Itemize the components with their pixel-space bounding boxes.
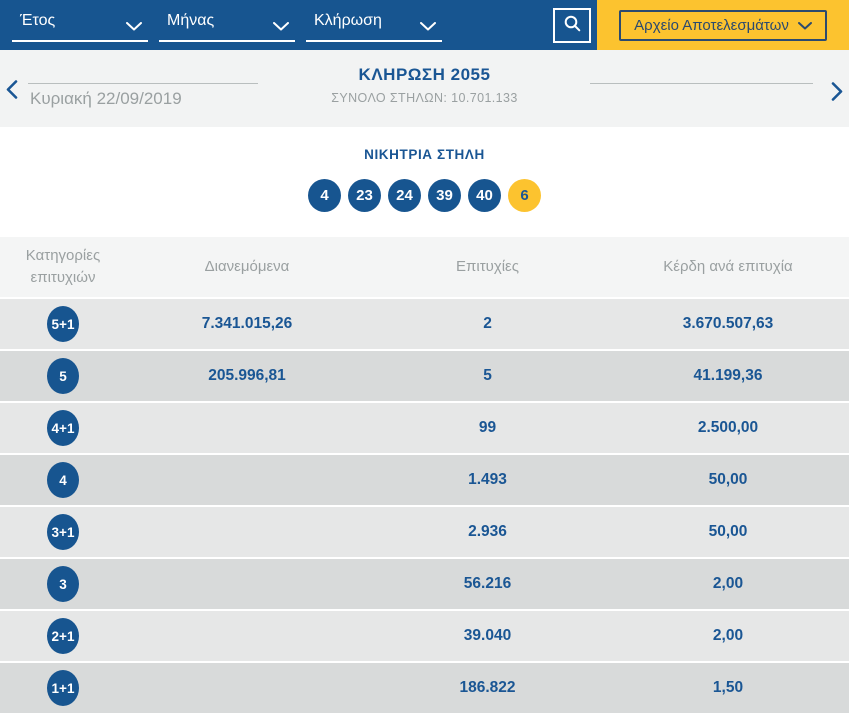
winners-cell: 2 <box>368 315 607 333</box>
chevron-down-icon <box>126 18 142 36</box>
column-header-distributed: Διανεμόμενα <box>126 256 368 278</box>
table-row: 3 56.216 2,00 <box>0 559 849 611</box>
category-cell: 3 <box>0 566 126 602</box>
prize-cell: 2.500,00 <box>607 419 849 437</box>
chevron-down-icon <box>273 18 289 36</box>
filter-bar: Έτος Μήνας Κλήρωση Αρχείο Αποτελεσμάτων <box>0 0 849 50</box>
column-header-winners: Επιτυχίες <box>368 256 607 278</box>
chevron-down-icon <box>798 17 812 34</box>
total-columns-label: ΣΥΝΟΛΟ ΣΤΗΛΩΝ: 10.701.133 <box>0 91 849 105</box>
results-table-header: Κατηγορίες επιτυχιών Διανεμόμενα Επιτυχί… <box>0 237 849 299</box>
results-table-body: 5+1 7.341.015,26 2 3.670.507,63 5 205.99… <box>0 299 849 715</box>
winners-cell: 56.216 <box>368 575 607 593</box>
category-badge: 1+1 <box>47 670 79 706</box>
winners-cell: 1.493 <box>368 471 607 489</box>
category-badge: 3+1 <box>47 514 79 550</box>
draw-header: Κυριακή 22/09/2019 ΚΛΗΡΩΣΗ 2055 ΣΥΝΟΛΟ Σ… <box>0 50 849 127</box>
winning-column-title: ΝΙΚΗΤΡΙΑ ΣΤΗΛΗ <box>0 127 849 162</box>
category-badge: 4 <box>47 462 79 498</box>
archive-results-button[interactable]: Αρχείο Αποτελεσμάτων <box>619 10 827 41</box>
table-row: 4 1.493 50,00 <box>0 455 849 507</box>
year-dropdown-label: Έτος <box>20 12 55 30</box>
category-badge: 5 <box>47 358 79 394</box>
winning-number-ball: 40 <box>468 179 501 212</box>
chevron-right-icon <box>831 89 843 104</box>
winning-number-ball: 39 <box>428 179 461 212</box>
draw-summary: ΚΛΗΡΩΣΗ 2055 ΣΥΝΟΛΟ ΣΤΗΛΩΝ: 10.701.133 <box>0 65 849 105</box>
category-cell: 4+1 <box>0 410 126 446</box>
winning-number-ball: 23 <box>348 179 381 212</box>
filter-dropdowns: Έτος Μήνας Κλήρωση <box>0 0 597 50</box>
category-badge: 3 <box>47 566 79 602</box>
category-badge: 5+1 <box>47 306 79 342</box>
draw-title: ΚΛΗΡΩΣΗ 2055 <box>0 65 849 85</box>
prize-cell: 41.199,36 <box>607 367 849 385</box>
prize-cell: 1,50 <box>607 679 849 697</box>
table-row: 5+1 7.341.015,26 2 3.670.507,63 <box>0 299 849 351</box>
month-dropdown[interactable]: Μήνας <box>159 8 295 42</box>
next-draw-button[interactable] <box>831 82 843 104</box>
winners-cell: 186.822 <box>368 679 607 697</box>
chevron-down-icon <box>420 18 436 36</box>
prize-cell: 2,00 <box>607 627 849 645</box>
category-cell: 1+1 <box>0 670 126 706</box>
column-header-categories: Κατηγορίες επιτυχιών <box>0 245 126 289</box>
table-row: 1+1 186.822 1,50 <box>0 663 849 715</box>
winning-number-ball: 24 <box>388 179 421 212</box>
distributed-cell: 7.341.015,26 <box>126 315 368 333</box>
category-badge: 4+1 <box>47 410 79 446</box>
winners-cell: 5 <box>368 367 607 385</box>
bonus-number-ball: 6 <box>508 179 541 212</box>
prize-cell: 3.670.507,63 <box>607 315 849 333</box>
draw-dropdown-label: Κλήρωση <box>314 12 382 30</box>
category-cell: 5+1 <box>0 306 126 342</box>
winners-cell: 99 <box>368 419 607 437</box>
winning-number-ball: 4 <box>308 179 341 212</box>
category-badge: 2+1 <box>47 618 79 654</box>
table-row: 2+1 39.040 2,00 <box>0 611 849 663</box>
prize-cell: 50,00 <box>607 471 849 489</box>
search-icon <box>563 14 582 36</box>
distributed-cell: 205.996,81 <box>126 367 368 385</box>
category-cell: 2+1 <box>0 618 126 654</box>
table-row: 3+1 2.936 50,00 <box>0 507 849 559</box>
column-header-prize: Κέρδη ανά επιτυχία <box>607 256 849 278</box>
category-cell: 5 <box>0 358 126 394</box>
draw-dropdown[interactable]: Κλήρωση <box>306 8 442 42</box>
archive-panel: Αρχείο Αποτελεσμάτων <box>597 0 849 50</box>
month-dropdown-label: Μήνας <box>167 12 214 30</box>
search-button[interactable] <box>553 8 591 43</box>
winners-cell: 39.040 <box>368 627 607 645</box>
prize-cell: 50,00 <box>607 523 849 541</box>
winners-cell: 2.936 <box>368 523 607 541</box>
category-cell: 3+1 <box>0 514 126 550</box>
winning-numbers: 4 23 24 39 40 6 <box>0 179 849 212</box>
year-dropdown[interactable]: Έτος <box>12 8 148 42</box>
table-row: 4+1 99 2.500,00 <box>0 403 849 455</box>
prize-cell: 2,00 <box>607 575 849 593</box>
winning-column-section: ΝΙΚΗΤΡΙΑ ΣΤΗΛΗ 4 23 24 39 40 6 <box>0 127 849 237</box>
table-row: 5 205.996,81 5 41.199,36 <box>0 351 849 403</box>
divider-line <box>590 83 813 84</box>
archive-results-label: Αρχείο Αποτελεσμάτων <box>634 17 789 34</box>
category-cell: 4 <box>0 462 126 498</box>
